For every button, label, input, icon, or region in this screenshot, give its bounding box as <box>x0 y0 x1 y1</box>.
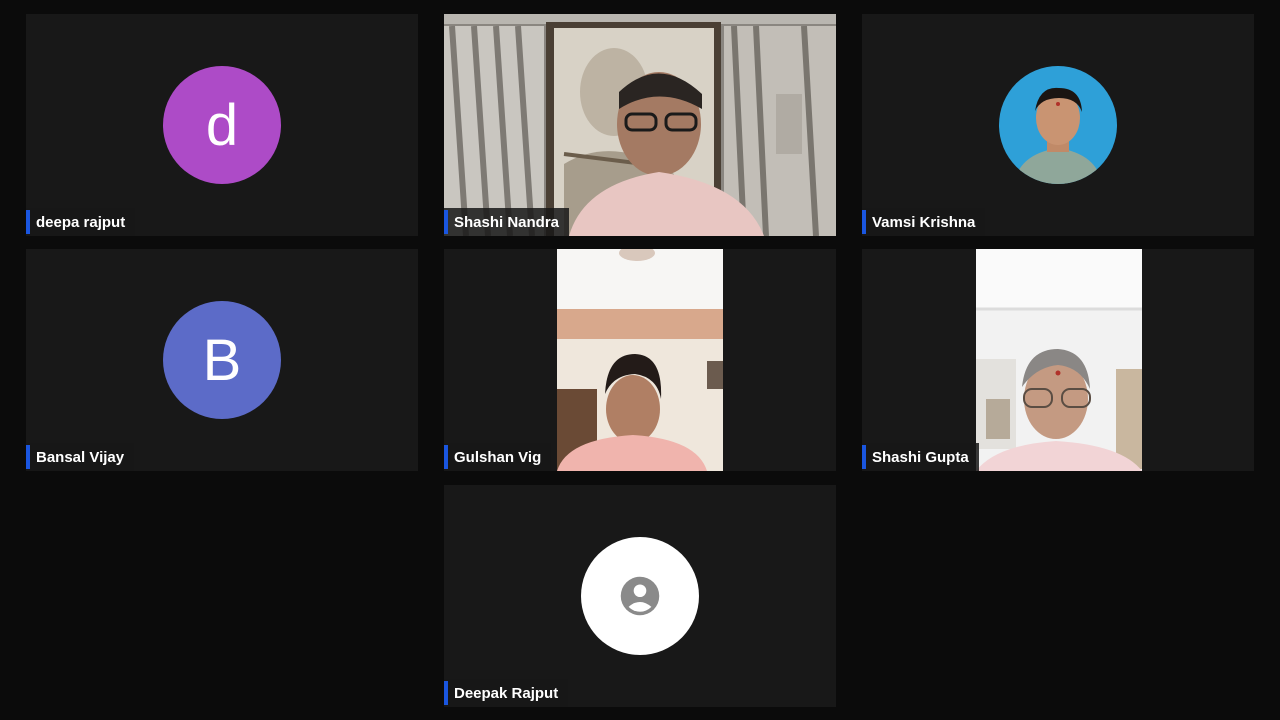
participant-name: Vamsi Krishna <box>872 213 976 231</box>
participant-name-tag: Vamsi Krishna <box>862 208 986 236</box>
profile-photo <box>999 66 1117 184</box>
participant-name-tag: deepa rajput <box>26 208 136 236</box>
video-frame-image <box>976 249 1142 471</box>
participant-tile-gulshan-vig[interactable]: Gulshan Vig <box>444 249 836 471</box>
participant-name: Deepak Rajput <box>454 684 559 702</box>
video-feed <box>976 249 1142 471</box>
video-frame-image <box>444 14 836 236</box>
avatar-default <box>581 537 699 655</box>
participant-name: Gulshan Vig <box>454 448 542 466</box>
participant-name: deepa rajput <box>36 213 126 231</box>
avatar-initial: d <box>163 66 281 184</box>
avatar-initial-text: d <box>205 92 239 158</box>
participant-name-tag: Shashi Gupta <box>862 443 979 471</box>
participant-tile-shashi-nandra[interactable]: Shashi Nandra <box>444 14 836 236</box>
participant-tile-bansal-vijay[interactable]: B Bansal Vijay <box>26 249 418 471</box>
name-accent-bar <box>444 681 448 705</box>
participant-tile-deepak-rajput[interactable]: Deepak Rajput <box>444 485 836 707</box>
account-circle-icon <box>620 576 660 616</box>
avatar-initial-text: B <box>202 327 242 393</box>
name-accent-bar <box>862 210 866 234</box>
participant-name-tag: Bansal Vijay <box>26 443 135 471</box>
participant-name: Shashi Nandra <box>454 213 560 231</box>
participant-tile-vamsi-krishna[interactable]: Vamsi Krishna <box>862 14 1254 236</box>
participant-name-tag: Deepak Rajput <box>444 679 569 707</box>
name-accent-bar <box>444 210 448 234</box>
participant-name: Shashi Gupta <box>872 448 969 466</box>
video-frame-image <box>557 249 723 471</box>
participant-tile-shashi-gupta[interactable]: Shashi Gupta <box>862 249 1254 471</box>
name-accent-bar <box>862 445 866 469</box>
participant-tile-deepa-rajput[interactable]: d deepa rajput <box>26 14 418 236</box>
avatar-photo <box>999 66 1117 184</box>
name-accent-bar <box>444 445 448 469</box>
participant-name: Bansal Vijay <box>36 448 125 466</box>
avatar-initial: B <box>163 301 281 419</box>
name-accent-bar <box>26 210 30 234</box>
video-feed <box>444 14 836 236</box>
participant-name-tag: Gulshan Vig <box>444 443 552 471</box>
video-feed <box>557 249 723 471</box>
name-accent-bar <box>26 445 30 469</box>
participant-name-tag: Shashi Nandra <box>444 208 570 236</box>
